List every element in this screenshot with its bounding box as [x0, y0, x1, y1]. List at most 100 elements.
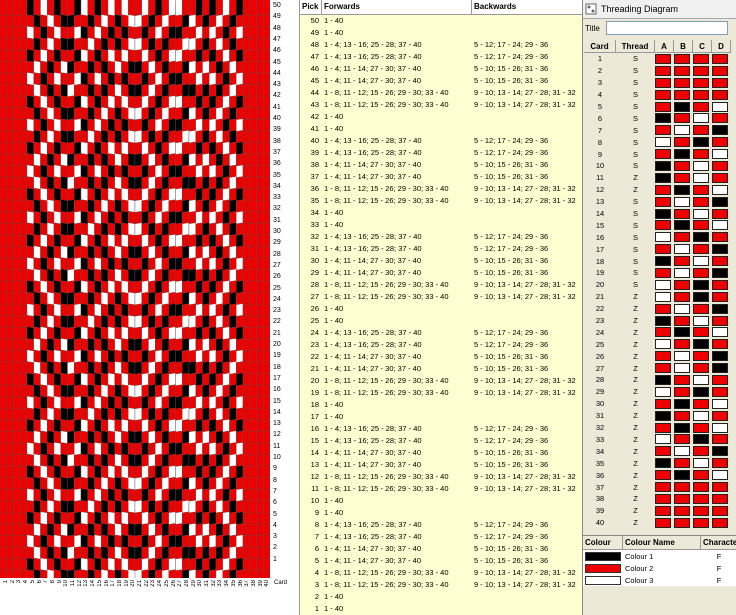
hole-c-colour-cell[interactable] — [693, 244, 709, 255]
pick-row[interactable]: 23 1 - 4; 13 - 16; 25 - 28; 37 - 40 5 - 12… — [300, 339, 583, 351]
thread-direction[interactable]: S — [616, 150, 655, 159]
hole-d-colour-cell[interactable] — [712, 89, 728, 100]
hole-b-colour-cell[interactable] — [674, 517, 690, 528]
pick-row[interactable]: 40 1 - 4; 13 - 16; 25 - 28; 37 - 40 5 - 12… — [300, 135, 583, 147]
hole-a-colour-cell[interactable] — [655, 410, 671, 421]
thread-direction[interactable]: S — [616, 90, 655, 99]
pick-row[interactable]: 6 1 - 4; 11 - 14; 27 - 30; 37 - 40 5 - 10;… — [300, 543, 583, 555]
hole-c-colour-cell[interactable] — [693, 327, 709, 338]
hole-d-colour-cell[interactable] — [712, 434, 728, 445]
pick-row[interactable]: 3 1 - 8; 11 - 12; 15 - 26; 29 - 30; 33 - … — [300, 579, 583, 591]
hole-c-colour-cell[interactable] — [693, 351, 709, 362]
hole-c-colour-cell[interactable] — [693, 65, 709, 76]
hole-c-colour-cell[interactable] — [693, 184, 709, 195]
hole-d-colour-cell[interactable] — [712, 351, 728, 362]
hole-c-colour-cell[interactable] — [693, 339, 709, 350]
hole-c-colour-cell[interactable] — [693, 279, 709, 290]
thread-direction[interactable]: Z — [616, 399, 655, 408]
hole-b-colour-cell[interactable] — [674, 232, 690, 243]
hole-a-colour-cell[interactable] — [655, 327, 671, 338]
card-row[interactable]: 4S — [584, 89, 731, 101]
card-row[interactable]: 15 S — [584, 219, 731, 231]
hole-c-colour-cell[interactable] — [693, 196, 709, 207]
thread-direction[interactable]: Z — [616, 494, 655, 503]
card-row[interactable]: 8S — [584, 136, 731, 148]
pick-table[interactable]: Pick Forwards Backwards 50 1 - 40 49 1 - 40… — [299, 0, 583, 615]
pick-row[interactable]: 18 1 - 40 — [300, 399, 583, 411]
hole-c-colour-cell[interactable] — [693, 89, 709, 100]
hole-a-colour-cell[interactable] — [655, 434, 671, 445]
thread-direction[interactable]: Z — [616, 292, 655, 301]
card-row[interactable]: 6S — [584, 112, 731, 124]
backwards-column-header[interactable]: Backwards — [472, 0, 583, 14]
hole-d-colour-cell[interactable] — [712, 232, 728, 243]
hole-a-colour-cell[interactable] — [655, 125, 671, 136]
hole-b-colour-cell[interactable] — [674, 327, 690, 338]
hole-c-colour-cell[interactable] — [693, 232, 709, 243]
hole-a-colour-cell[interactable] — [655, 149, 671, 160]
hole-a-colour-cell[interactable] — [655, 351, 671, 362]
hole-b-colour-cell[interactable] — [674, 172, 690, 183]
hole-b-colour-cell[interactable] — [674, 184, 690, 195]
thread-direction[interactable]: Z — [616, 375, 655, 384]
thread-direction[interactable]: S — [616, 54, 655, 63]
card-row[interactable]: 30 Z — [584, 398, 731, 410]
title-input[interactable] — [605, 21, 728, 35]
pick-row[interactable]: 2 1 - 40 — [300, 591, 583, 603]
card-row[interactable]: 16 S — [584, 231, 731, 243]
hole-c-colour-cell[interactable] — [693, 125, 709, 136]
hole-d-colour-cell[interactable] — [712, 446, 728, 457]
card-row[interactable]: 17 S — [584, 243, 731, 255]
pick-row[interactable]: 14 1 - 4; 11 - 14; 27 - 30; 37 - 40 5 - 10… — [300, 447, 583, 459]
hole-a-colour-cell[interactable] — [655, 398, 671, 409]
hole-b-colour-cell[interactable] — [674, 315, 690, 326]
hole-d-colour-cell[interactable] — [712, 53, 728, 64]
hole-a-colour-cell[interactable] — [655, 517, 671, 528]
thread-direction[interactable]: S — [616, 233, 655, 242]
card-row[interactable]: 39 Z — [584, 505, 731, 517]
hole-a-colour-cell[interactable] — [655, 244, 671, 255]
pick-row[interactable]: 39 1 - 4; 13 - 16; 25 - 28; 37 - 40 5 - 12… — [300, 147, 583, 159]
thread-direction[interactable]: S — [616, 245, 655, 254]
thread-direction[interactable]: S — [616, 126, 655, 135]
pick-row[interactable]: 13 1 - 4; 11 - 14; 27 - 30; 37 - 40 5 - 10… — [300, 459, 583, 471]
card-row[interactable]: 11 Z — [584, 172, 731, 184]
hole-a-colour-cell[interactable] — [655, 339, 671, 350]
hole-b-colour-cell[interactable] — [674, 339, 690, 350]
hole-b-colour-cell[interactable] — [674, 410, 690, 421]
pick-row[interactable]: 8 1 - 4; 13 - 16; 25 - 28; 37 - 40 5 - 12;… — [300, 519, 583, 531]
card-row[interactable]: 24 Z — [584, 326, 731, 338]
hole-d-colour-cell[interactable] — [712, 279, 728, 290]
hole-a-colour-cell[interactable] — [655, 172, 671, 183]
thread-direction[interactable]: Z — [616, 328, 655, 337]
pick-row[interactable]: 19 1 - 8; 11 - 12; 15 - 26; 29 - 30; 33 -… — [300, 387, 583, 399]
hole-b-colour-cell[interactable] — [674, 149, 690, 160]
hole-b-colour-cell[interactable] — [674, 374, 690, 385]
hole-d-colour-cell[interactable] — [712, 386, 728, 397]
card-row[interactable]: 36 Z — [584, 469, 731, 481]
hole-d-colour-cell[interactable] — [712, 517, 728, 528]
card-row[interactable]: 2S — [584, 65, 731, 77]
hole-c-colour-cell[interactable] — [693, 446, 709, 457]
hole-b-colour-cell[interactable] — [674, 196, 690, 207]
hole-d-colour-cell[interactable] — [712, 196, 728, 207]
hole-d-colour-cell[interactable] — [712, 184, 728, 195]
hole-b-colour-cell[interactable] — [674, 398, 690, 409]
pick-row[interactable]: 47 1 - 4; 13 - 16; 25 - 28; 37 - 40 5 - 12… — [300, 51, 583, 63]
hole-d-colour-cell[interactable] — [712, 267, 728, 278]
hole-a-colour-cell[interactable] — [655, 113, 671, 124]
card-row[interactable]: 25 Z — [584, 338, 731, 350]
hole-c-colour-cell[interactable] — [693, 137, 709, 148]
hole-b-colour-cell[interactable] — [674, 53, 690, 64]
hole-d-colour-cell[interactable] — [712, 458, 728, 469]
hole-b-colour-cell[interactable] — [674, 434, 690, 445]
card-row[interactable]: 9S — [584, 148, 731, 160]
thread-direction[interactable]: Z — [616, 316, 655, 325]
thread-direction[interactable]: Z — [616, 173, 655, 182]
pick-row[interactable]: 29 1 - 4; 11 - 14; 27 - 30; 37 - 40 5 - 10… — [300, 267, 583, 279]
hole-b-colour-cell[interactable] — [674, 101, 690, 112]
hole-c-colour-cell[interactable] — [693, 101, 709, 112]
hole-d-colour-cell[interactable] — [712, 505, 728, 516]
card-row[interactable]: 35 Z — [584, 457, 731, 469]
thread-direction[interactable]: S — [616, 102, 655, 111]
